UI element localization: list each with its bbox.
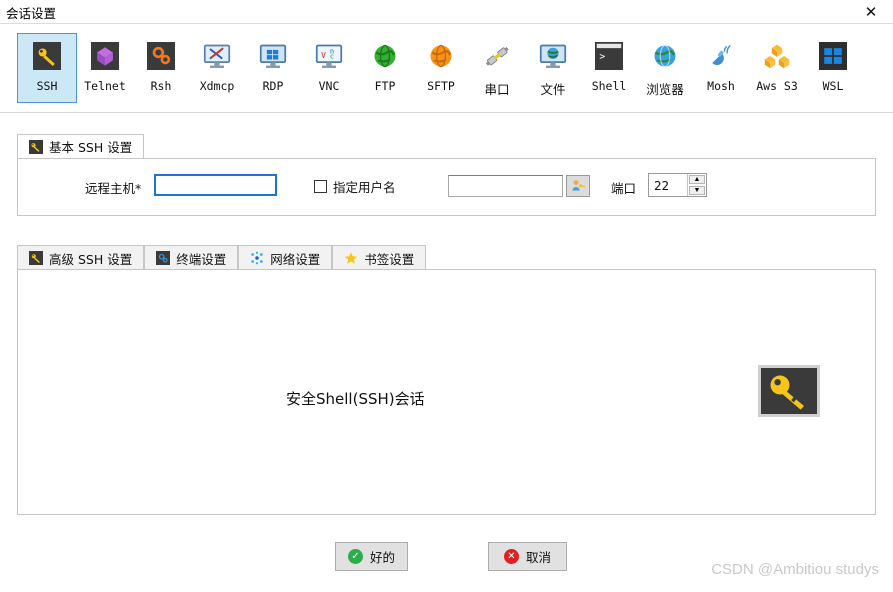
windows-icon: [819, 42, 847, 70]
tab-label-advanced-ssh: 高级 SSH 设置: [49, 251, 133, 267]
tab-label-network: 网络设置: [270, 251, 321, 267]
basic-settings-panel: 远程主机* 指定用户名 端口 ▲ ▼: [17, 158, 876, 216]
protocol-tile-ssh[interactable]: SSH: [17, 33, 77, 103]
advanced-tab-row: 高级 SSH 设置 终端设置 网络设置 书签设置: [17, 245, 427, 270]
monitor-vnc-icon: Vnc: [315, 42, 343, 70]
monitor-x-icon: [203, 42, 231, 70]
protocol-tile-mosh[interactable]: Mosh: [691, 33, 751, 103]
protocol-label-vnc: VNC: [318, 79, 340, 93]
port-increment-button[interactable]: ▲: [689, 175, 705, 184]
key-icon: [33, 42, 61, 70]
checkbox-box-icon: [314, 180, 327, 193]
protocol-label-xdmcp: Xdmcp: [199, 79, 235, 93]
session-description-text: 安全Shell(SSH)会话: [286, 390, 425, 408]
user-key-icon: [572, 180, 585, 191]
specify-username-label: 指定用户名: [333, 180, 396, 195]
satellite-icon: [707, 42, 735, 70]
tab-terminal[interactable]: 终端设置: [144, 245, 239, 270]
protocol-label-mosh: Mosh: [707, 79, 735, 93]
protocol-label-awss3: Aws S3: [756, 79, 798, 93]
remote-host-label: 远程主机*: [85, 181, 142, 196]
port-label: 端口: [611, 181, 637, 196]
tab-label-terminal: 终端设置: [176, 251, 227, 267]
aws-cubes-icon: [763, 42, 791, 70]
protocol-tile-sftp[interactable]: SFTP: [411, 33, 471, 103]
protocol-tile-ftp[interactable]: FTP: [355, 33, 415, 103]
protocol-label-ssh: SSH: [36, 79, 58, 93]
user-key-icon-button[interactable]: [566, 175, 590, 197]
basic-tab-row: 基本 SSH 设置: [17, 134, 145, 159]
protocol-tile-vnc[interactable]: Vn c VNC: [299, 33, 359, 103]
terminal-icon: >: [595, 42, 623, 70]
tab-basic-ssh-label: 基本 SSH 设置: [49, 140, 133, 155]
protocol-label-wsl: WSL: [822, 79, 844, 93]
protocol-tile-wsl[interactable]: WSL: [803, 33, 863, 103]
session-description-panel: 安全Shell(SSH)会话: [17, 269, 876, 515]
gears-icon: [147, 42, 175, 70]
protocol-tile-shell[interactable]: > Shell: [579, 33, 639, 103]
check-icon: ✓: [347, 549, 363, 564]
session-settings-window: 会话设置 ✕ SSH Telnet Rsh Xdmcp RDP Vn c VNC FTP SFTP…: [0, 0, 893, 592]
window-title: 会话设置: [6, 6, 57, 21]
port-spinner-buttons: ▲ ▼: [687, 174, 706, 196]
svg-text:>: >: [599, 52, 605, 63]
port-spinner[interactable]: ▲ ▼: [648, 173, 707, 197]
protocol-label-browser: 浏览器: [646, 82, 684, 97]
plug-icon: [483, 42, 511, 70]
globe-monitor-icon: [539, 42, 567, 70]
protocol-label-shell: Shell: [591, 79, 627, 93]
gears-blue-icon: [156, 251, 171, 265]
network-dots-icon: [250, 251, 264, 265]
tab-bookmark[interactable]: 书签设置: [332, 245, 427, 270]
remote-host-input[interactable]: [154, 174, 277, 196]
protocol-tile-rsh[interactable]: Rsh: [131, 33, 191, 103]
key-icon: [29, 139, 43, 154]
globe-orange-icon: [427, 42, 455, 70]
protocol-tile-file[interactable]: 文件: [523, 33, 583, 103]
ok-button[interactable]: ✓ 好的: [335, 542, 408, 571]
protocol-tile-rdp[interactable]: RDP: [243, 33, 303, 103]
svg-text:V: V: [321, 51, 326, 60]
protocol-tile-awss3[interactable]: Aws S3: [747, 33, 807, 103]
star-icon: [344, 251, 358, 265]
tab-advanced-ssh[interactable]: 高级 SSH 设置: [17, 245, 145, 270]
tab-label-bookmark: 书签设置: [364, 251, 415, 267]
protocol-tile-browser[interactable]: 浏览器: [635, 33, 695, 103]
globe-blue-icon: [651, 42, 679, 70]
protocol-label-ftp: FTP: [374, 79, 396, 93]
key-icon: [29, 251, 43, 265]
watermark: CSDN @Ambitiou studys: [711, 561, 879, 578]
protocol-toolbar: SSH Telnet Rsh Xdmcp RDP Vn c VNC FTP SFTP 串口 文件 > Sh…: [0, 25, 893, 113]
big-key-icon: [758, 365, 820, 417]
tab-network[interactable]: 网络设置: [238, 245, 333, 270]
protocol-label-serial: 串口: [484, 82, 510, 97]
globe-green-icon: [371, 42, 399, 70]
protocol-label-sftp: SFTP: [427, 79, 455, 93]
specify-username-checkbox[interactable]: 指定用户名: [314, 177, 396, 196]
protocol-tile-telnet[interactable]: Telnet: [75, 33, 135, 103]
username-input[interactable]: [448, 175, 563, 197]
port-decrement-button[interactable]: ▼: [689, 186, 705, 195]
protocol-tile-serial[interactable]: 串口: [467, 33, 527, 103]
cancel-button-label: 取消: [525, 550, 551, 565]
protocol-tile-xdmcp[interactable]: Xdmcp: [187, 33, 247, 103]
close-icon[interactable]: ✕: [857, 0, 885, 23]
protocol-label-rdp: RDP: [262, 79, 284, 93]
protocol-label-rsh: Rsh: [150, 79, 172, 93]
tab-basic-ssh-settings[interactable]: 基本 SSH 设置: [17, 134, 145, 159]
cross-icon: ✕: [503, 549, 519, 564]
protocol-label-file: 文件: [540, 82, 566, 97]
cube-icon: [91, 42, 119, 70]
titlebar: 会话设置 ✕: [0, 0, 893, 24]
port-input[interactable]: [649, 174, 687, 196]
protocol-label-telnet: Telnet: [84, 79, 126, 93]
cancel-button[interactable]: ✕ 取消: [488, 542, 567, 571]
monitor-win-icon: [259, 42, 287, 70]
ok-button-label: 好的: [369, 550, 395, 565]
svg-text:c: c: [330, 53, 334, 61]
